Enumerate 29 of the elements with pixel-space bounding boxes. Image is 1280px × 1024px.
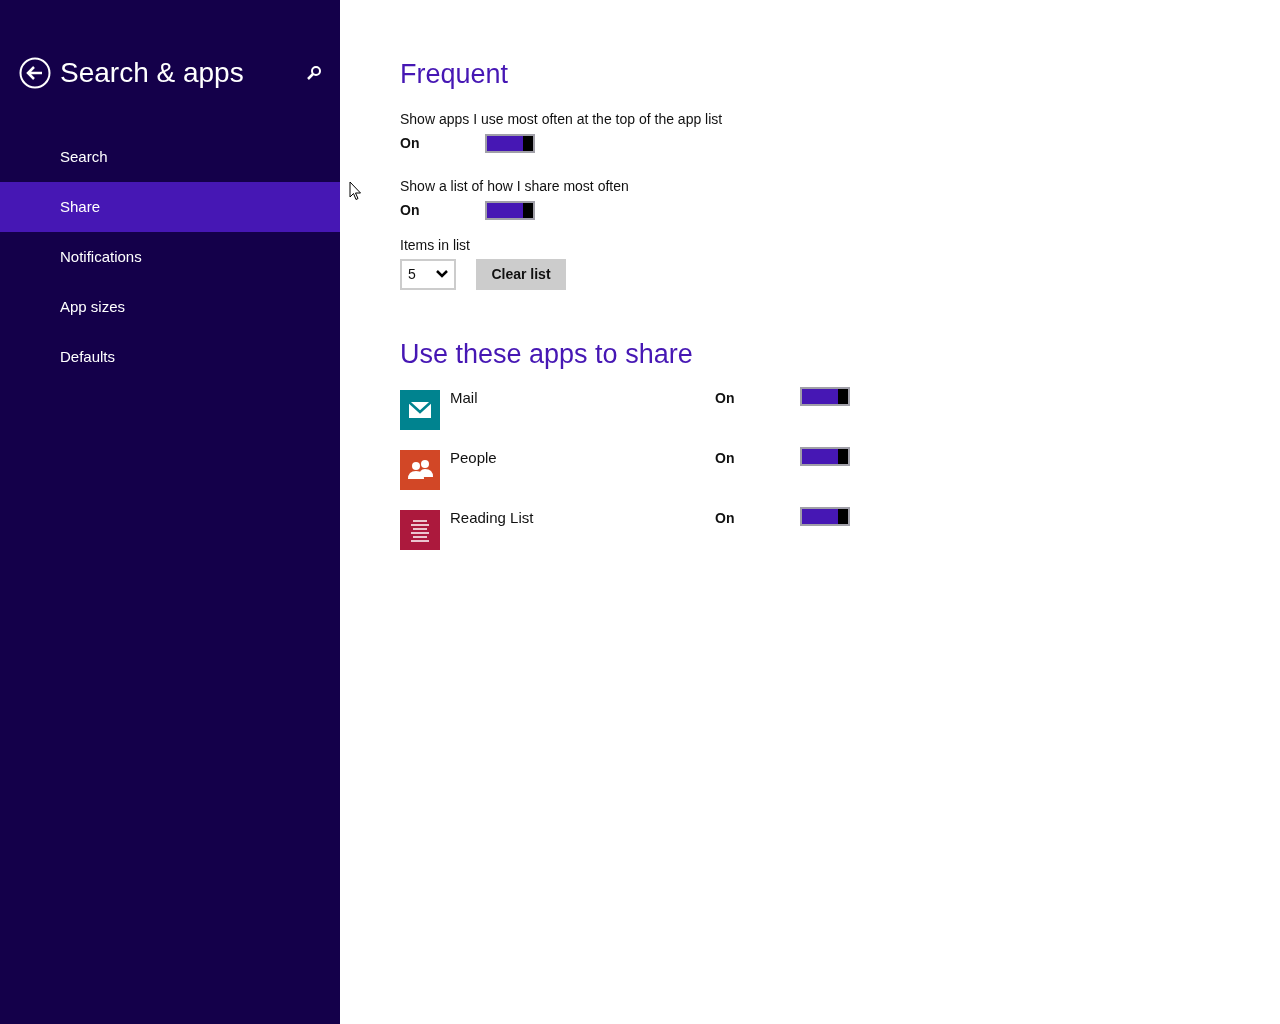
sidebar-item[interactable]: Defaults bbox=[0, 332, 340, 382]
section-heading: Frequent bbox=[400, 58, 510, 91]
toggle-state: On bbox=[400, 133, 421, 153]
toggle-state: On bbox=[715, 389, 736, 408]
toggle-state: On bbox=[715, 509, 736, 528]
sidebar-title: Search & apps bbox=[60, 56, 245, 90]
mouse-pointer-icon bbox=[349, 181, 362, 201]
sidebar-item[interactable]: Notifications bbox=[0, 232, 340, 282]
app-name: People bbox=[450, 448, 498, 468]
toggle-switch[interactable] bbox=[800, 507, 850, 526]
field-label: Items in list bbox=[400, 235, 471, 255]
toggle-switch[interactable] bbox=[485, 200, 535, 220]
sidebar-item[interactable]: Search bbox=[0, 132, 340, 182]
items-dropdown[interactable]: 5 bbox=[400, 258, 456, 290]
app-name: Mail bbox=[450, 388, 479, 408]
clear-list-button[interactable]: Clear list bbox=[476, 258, 566, 290]
setting-label: Show apps I use most often at the top of the app list bbox=[400, 109, 724, 129]
toggle-switch[interactable] bbox=[800, 387, 850, 406]
toggle-switch[interactable] bbox=[485, 133, 535, 153]
sidebar-item[interactable]: Share bbox=[0, 182, 340, 232]
toggle-state: On bbox=[715, 449, 736, 468]
sidebar-item[interactable]: App sizes bbox=[0, 282, 340, 332]
setting-label: Show a list of how I share most often bbox=[400, 176, 630, 196]
toggle-switch[interactable] bbox=[800, 447, 850, 466]
toggle-state: On bbox=[400, 200, 421, 220]
chevron-down-icon bbox=[436, 270, 448, 278]
search-icon[interactable] bbox=[306, 65, 322, 81]
app-name: Reading List bbox=[450, 508, 535, 528]
section-heading: Use these apps to share bbox=[400, 337, 694, 371]
